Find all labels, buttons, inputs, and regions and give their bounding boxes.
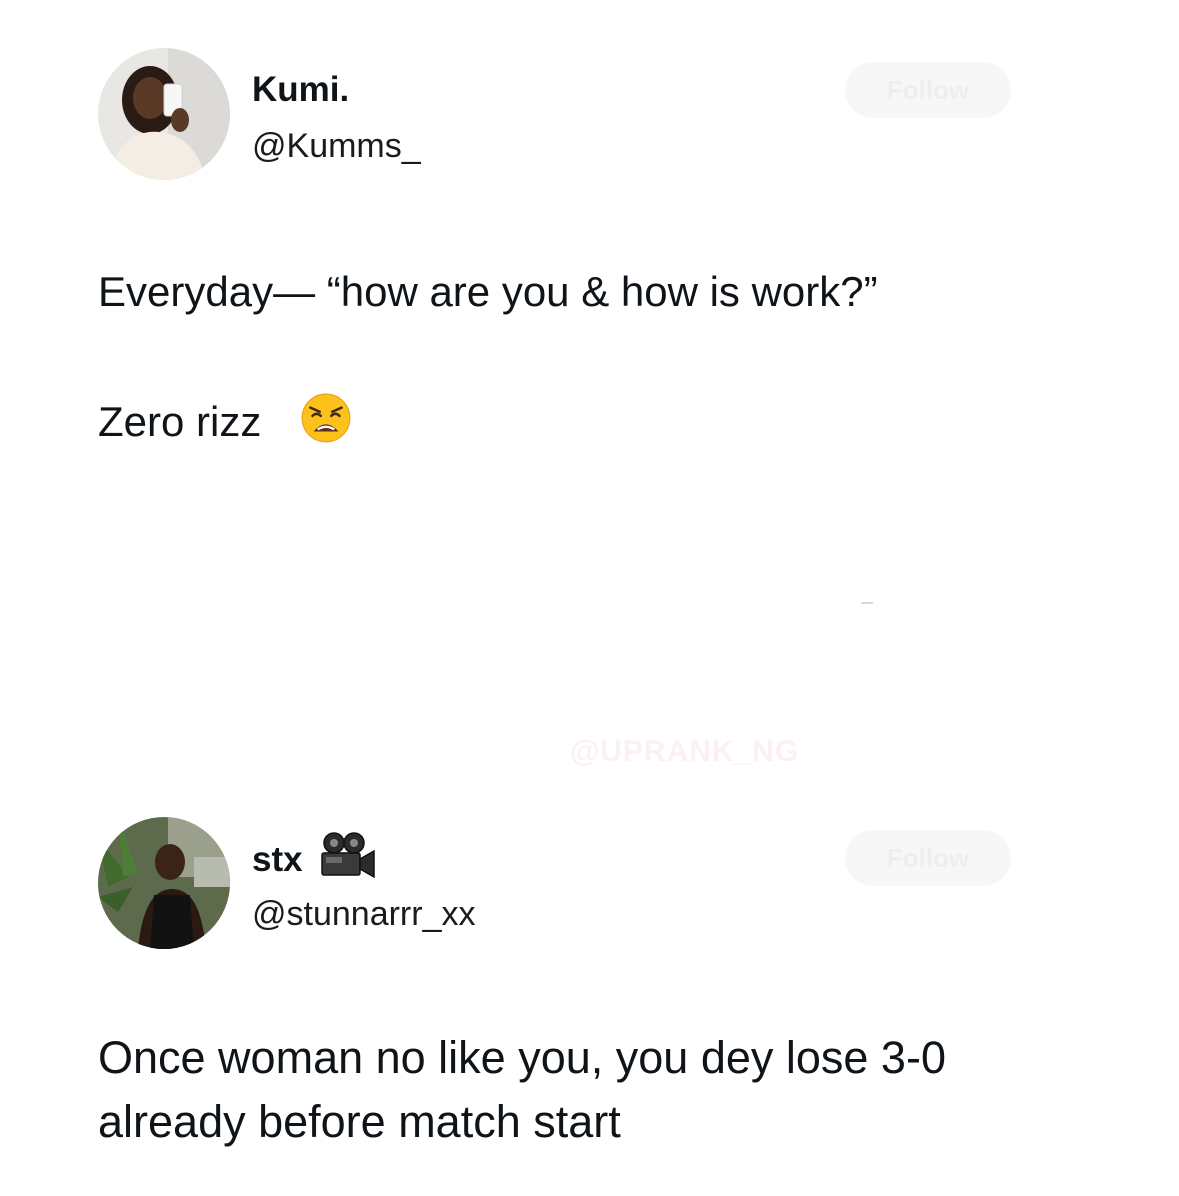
movie-camera-icon bbox=[321, 832, 375, 879]
handle[interactable]: @Kumms_ bbox=[252, 127, 421, 166]
tweet-text-line-1: Once woman no like you, you dey lose 3-0 bbox=[98, 1032, 946, 1083]
watermark: @UPRANK_NG bbox=[570, 735, 800, 767]
avatar-photo-stx bbox=[98, 817, 230, 949]
weary-face-icon bbox=[301, 393, 351, 443]
follow-button[interactable]: Follow bbox=[845, 830, 1011, 886]
handle[interactable]: @stunnarrr_xx bbox=[252, 895, 475, 934]
tweet-text-line-2: Zero rizz bbox=[98, 398, 262, 445]
avatar-photo-kumi bbox=[98, 48, 230, 180]
avatar[interactable] bbox=[98, 48, 230, 180]
stray-mark bbox=[861, 602, 873, 604]
avatar[interactable] bbox=[98, 817, 230, 949]
tweet-text-line-1: Everyday— “how are you & how is work?” bbox=[98, 268, 878, 315]
display-name[interactable]: stx bbox=[252, 840, 303, 880]
tweet-text-line-2: already before match start bbox=[98, 1096, 621, 1147]
follow-button[interactable]: Follow bbox=[845, 62, 1011, 118]
display-name[interactable]: Kumi. bbox=[252, 70, 349, 110]
tweet-kumi: Kumi. @Kumms_ Follow Everyday— “how are … bbox=[0, 0, 1179, 520]
